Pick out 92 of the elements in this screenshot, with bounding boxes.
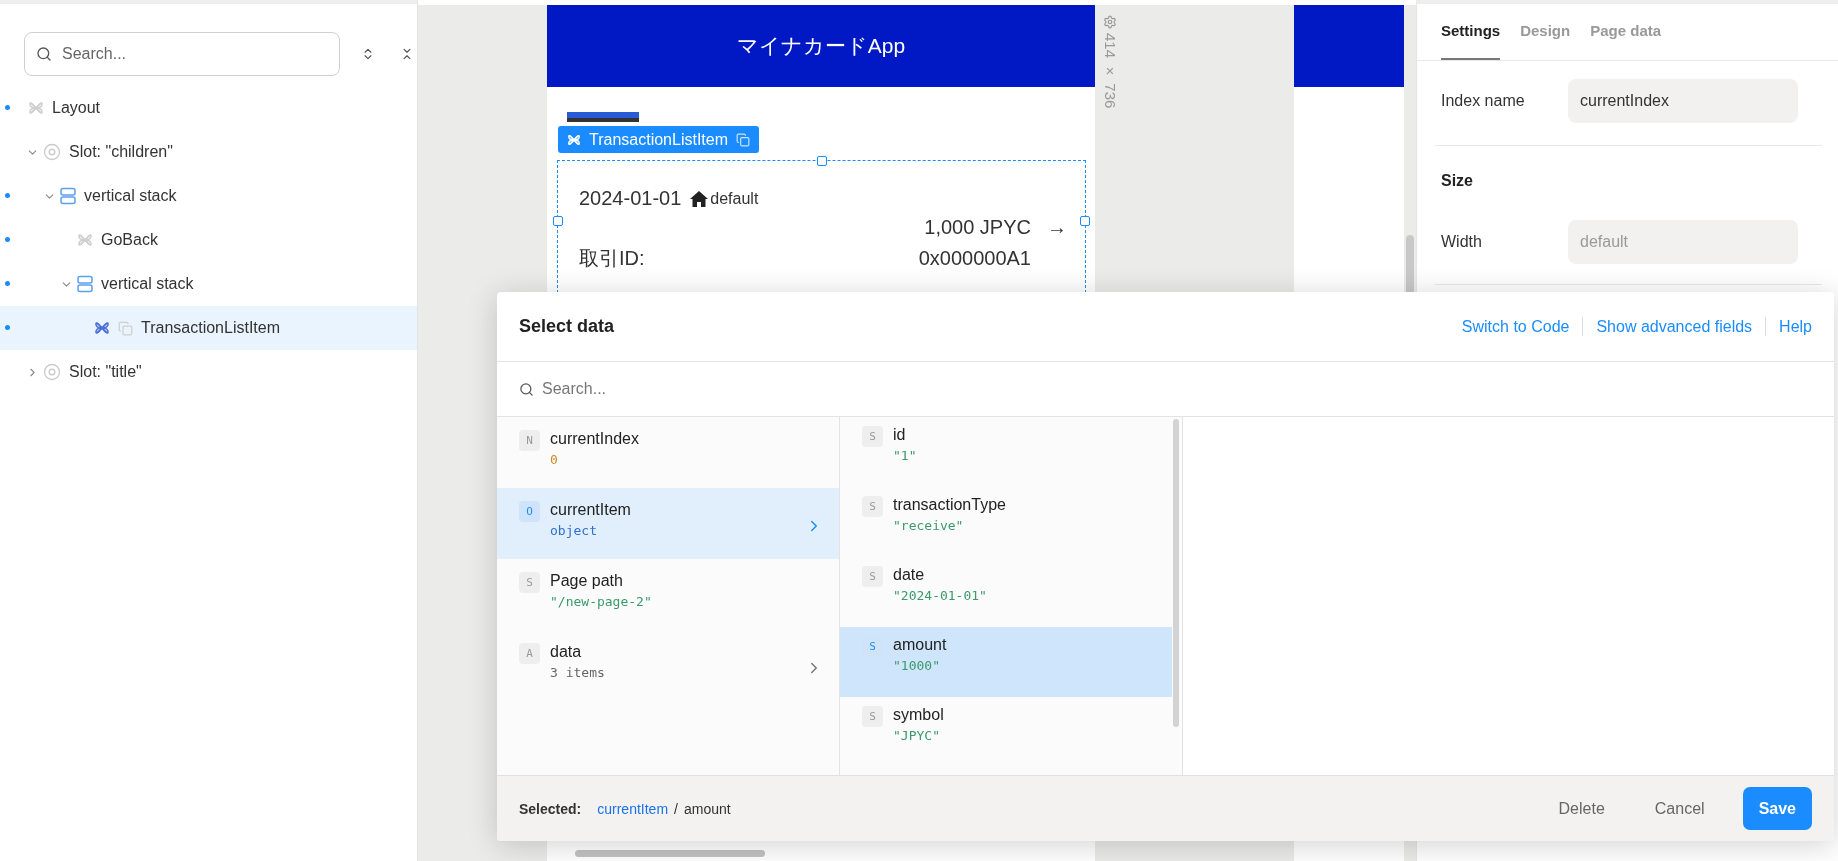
tree-item[interactable]: Slot: "children"	[0, 130, 417, 174]
type-badge: S	[862, 426, 883, 447]
size-label: 414 × 736	[1101, 33, 1119, 109]
id-label: 取引ID:	[579, 246, 645, 271]
field-label: Width	[1441, 233, 1483, 251]
data-item-value: 3 items	[550, 665, 606, 680]
tree-item[interactable]: Layout	[0, 86, 417, 130]
dialog-button[interactable]: Cancel	[1634, 787, 1725, 830]
component-icon	[77, 232, 93, 248]
house-icon	[689, 189, 710, 208]
data-item-value: "1"	[893, 448, 918, 463]
selected-label: Selected:	[519, 800, 582, 817]
component-icon	[567, 132, 581, 147]
section-title: Size	[1440, 171, 1474, 191]
data-item-value: "2024-01-01"	[893, 588, 988, 603]
copy-icon	[736, 132, 750, 147]
tree-item-label: vertical stack	[101, 275, 194, 293]
target-icon	[43, 363, 61, 381]
app-title: マイナカードApp	[736, 33, 906, 59]
data-item[interactable]: N currentIndex 0	[497, 417, 839, 488]
type-badge: S	[862, 706, 883, 727]
data-item-value: "/new-page-2"	[550, 594, 653, 609]
resize-handle[interactable]	[816, 156, 827, 166]
stack-icon	[60, 187, 76, 205]
scrollbar-thumb[interactable]	[1173, 419, 1179, 727]
width-field[interactable]: default	[1568, 220, 1798, 264]
data-item-value: "1000"	[893, 658, 941, 673]
data-item-name: data	[550, 643, 583, 661]
data-item-value: 0	[550, 452, 559, 467]
data-item[interactable]: A data 3 items	[497, 630, 839, 701]
dialog-button[interactable]: Delete	[1538, 787, 1625, 830]
data-item[interactable]: S amount "1000"	[840, 627, 1172, 697]
search-icon	[519, 381, 534, 397]
id-value: 0x000000A1	[918, 247, 1031, 270]
data-item-name: currentItem	[550, 501, 632, 519]
data-item[interactable]: S transactionType "receive"	[840, 487, 1172, 557]
tree-item[interactable]: Slot: "title"	[0, 350, 417, 394]
type-badge: S	[862, 566, 883, 587]
data-item[interactable]: S date "2024-01-01"	[840, 557, 1172, 627]
tree-item-label: Layout	[52, 99, 101, 117]
path-link[interactable]: currentItem	[597, 800, 669, 817]
settings-icon[interactable]	[1103, 15, 1117, 29]
resize-handle[interactable]	[1080, 216, 1090, 226]
type-badge: O	[519, 501, 540, 522]
data-item-value: object	[550, 523, 598, 538]
data-item-name: date	[893, 566, 926, 584]
data-item-name: currentIndex	[550, 430, 640, 448]
target-icon	[43, 143, 61, 161]
data-item-name: Page path	[550, 572, 624, 590]
tree-item-label: GoBack	[101, 231, 158, 249]
type-badge: N	[519, 430, 540, 451]
search-icon	[36, 46, 52, 62]
component-icon	[94, 320, 110, 336]
data-item-value: "receive"	[893, 518, 965, 533]
data-item[interactable]: S Page path "/new-page-2"	[497, 559, 839, 630]
path-text: /	[674, 800, 678, 817]
data-item[interactable]: S symbol "JPYC"	[840, 697, 1172, 767]
data-item-value: "JPYC"	[893, 728, 941, 743]
tree-item[interactable]: GoBack	[0, 218, 417, 262]
scrollbar-thumb[interactable]	[575, 850, 765, 857]
resize-handle[interactable]	[553, 216, 563, 226]
status-text: default	[710, 189, 759, 208]
arrow-text: →	[1046, 216, 1068, 239]
copy-icon	[118, 320, 133, 336]
transaction-date: 2024-01-01	[579, 187, 682, 210]
back-bar	[567, 112, 639, 122]
type-badge: S	[519, 572, 540, 593]
index-name-field[interactable]: currentIndex	[1568, 79, 1798, 123]
data-item[interactable]: S id "1"	[840, 417, 1172, 487]
panel-tab[interactable]: Settings	[1441, 18, 1501, 60]
type-badge: A	[519, 643, 540, 664]
data-item-name: amount	[893, 636, 948, 654]
search-field[interactable]: Search...	[24, 32, 340, 76]
stack-icon	[77, 275, 93, 293]
tree-item-label: Slot: "children"	[69, 143, 173, 161]
data-item-name: transactionType	[893, 496, 1007, 514]
path-text: amount	[683, 800, 731, 817]
data-item[interactable]: O currentItem object	[497, 488, 839, 559]
dialog-title: Select data	[519, 316, 615, 337]
field-label: Index name	[1441, 92, 1526, 110]
type-badge: S	[862, 496, 883, 517]
tree-item-label: TransactionListItem	[141, 319, 280, 337]
amount-text: 1,000 JPYC	[924, 216, 1031, 239]
data-item-name: symbol	[893, 706, 945, 724]
tree-item-label: vertical stack	[84, 187, 177, 205]
tree-item[interactable]: TransactionListItem	[0, 306, 417, 350]
tree-item[interactable]: vertical stack	[0, 262, 417, 306]
component-name: TransactionListItem	[589, 130, 728, 149]
component-icon	[28, 100, 44, 116]
tree-item[interactable]: vertical stack	[0, 174, 417, 218]
tree-item-label: Slot: "title"	[69, 363, 142, 381]
data-item-name: id	[893, 426, 907, 444]
